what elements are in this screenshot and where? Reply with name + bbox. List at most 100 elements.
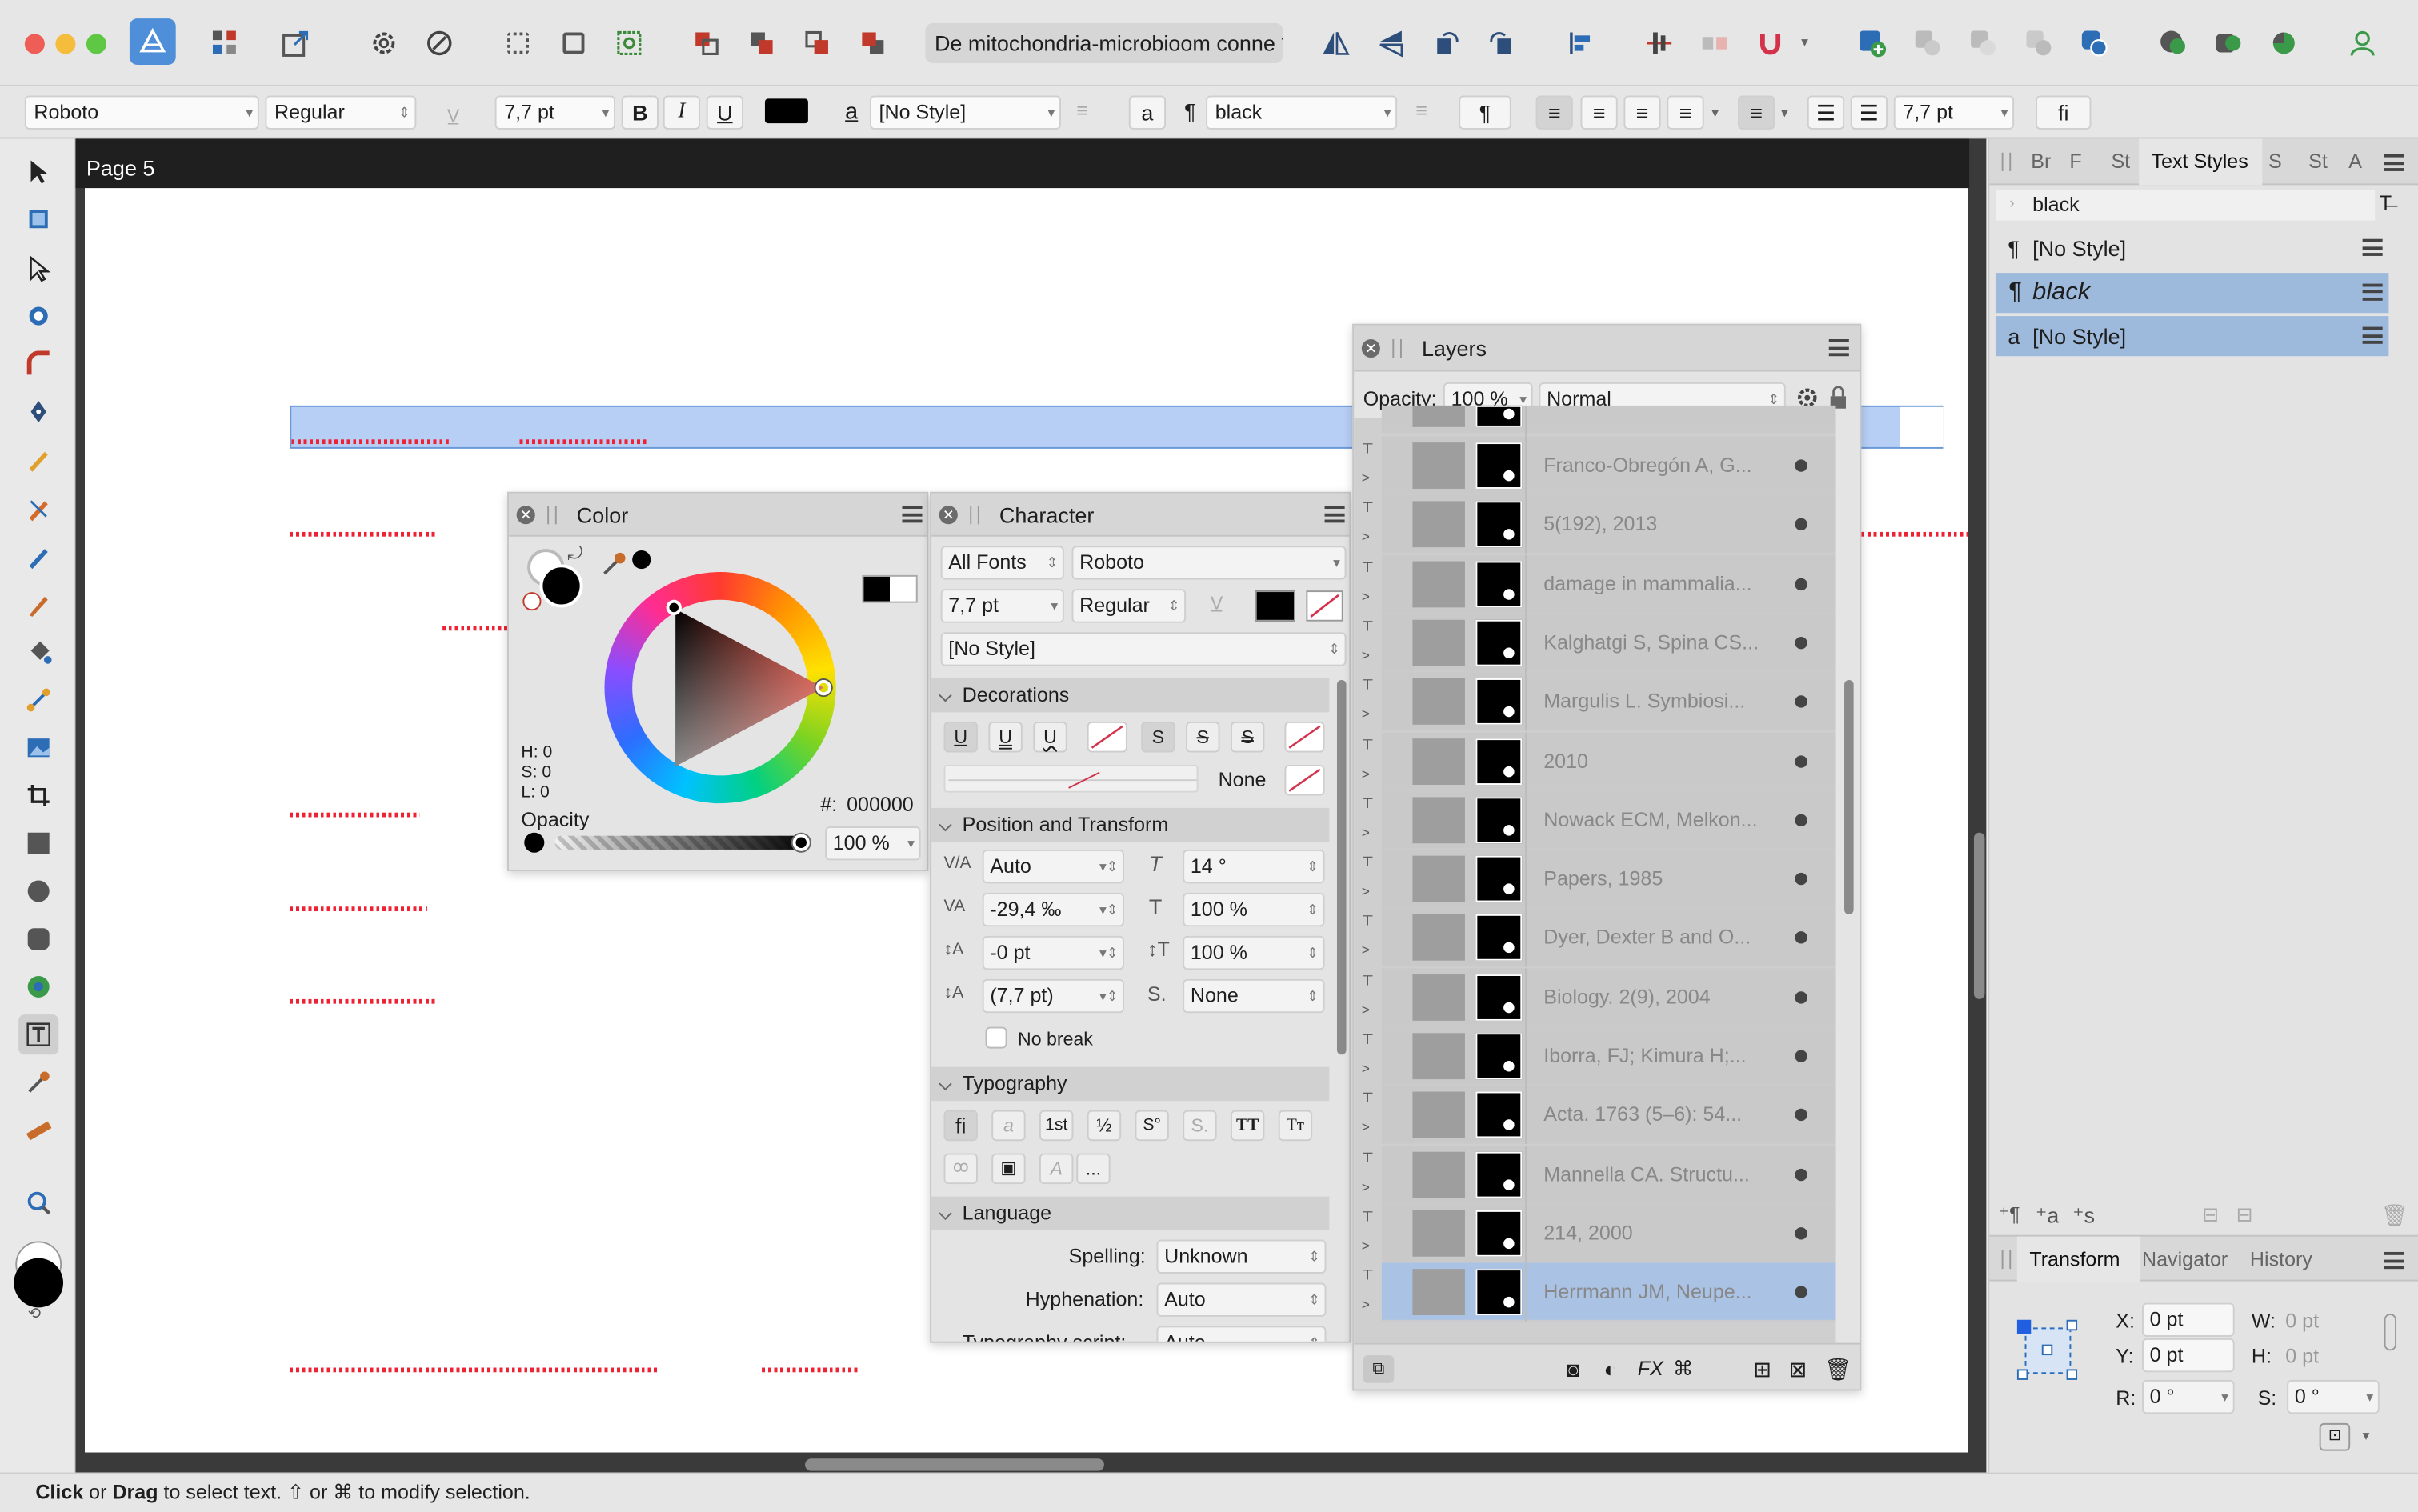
font-size-field[interactable]: 7,7 pt ▾ (494, 95, 615, 130)
layer-expand-toggle[interactable]: ⊤ > (1354, 495, 1382, 554)
typography-script-field[interactable]: Auto⇕ (1156, 1326, 1327, 1342)
strikethrough-button[interactable]: S (1186, 721, 1220, 753)
ligature-button[interactable]: ﬁ (2036, 95, 2092, 130)
font-style-field[interactable]: Regular ⇕ (265, 95, 417, 130)
speech-bubble-icon[interactable] (2152, 22, 2195, 65)
layer-row[interactable]: Iborra, FJ; Kimura H;... (1381, 1026, 1836, 1086)
subscript-button[interactable]: S. (1183, 1110, 1217, 1142)
expand-chevron-icon[interactable]: > (1362, 1238, 1370, 1253)
close-panel-icon[interactable]: ✕ (1361, 339, 1380, 358)
hyphenation-field[interactable]: Auto ⇕ (1156, 1282, 1327, 1317)
expand-chevron-icon[interactable]: > (1362, 706, 1370, 722)
superscript-button[interactable]: S° (1135, 1110, 1169, 1142)
tab-navigator[interactable]: Navigator (2142, 1247, 2228, 1270)
baseline-grid-icon[interactable] (1638, 22, 1681, 65)
layer-expand-toggle[interactable]: ⊤ > (1354, 1145, 1382, 1203)
layer-expand-toggle[interactable]: ⊤ > (1354, 673, 1382, 731)
numbered-list-icon[interactable]: ☰ (1850, 95, 1888, 130)
expand-chevron-icon[interactable]: > (1362, 1297, 1370, 1312)
contextual-icon[interactable]: A (1039, 1153, 1074, 1185)
tab-swatches[interactable]: S (2268, 150, 2282, 173)
expand-chevron-icon[interactable]: > (1362, 470, 1370, 486)
align-center-icon[interactable]: ≡ (1580, 95, 1618, 130)
italic-button[interactable]: I (663, 95, 700, 130)
layer-row[interactable]: Acta. 1763 (5–6): 54... (1381, 1086, 1836, 1145)
font-collection-field[interactable]: All Fonts ⇕ (940, 546, 1064, 580)
pencil-tool-icon[interactable] (18, 439, 58, 479)
character-style-field[interactable]: [No Style] ▾ (869, 95, 1061, 130)
layer-row[interactable]: Kalghatgi S, Spina CS... (1381, 613, 1836, 673)
apply-para-style-icon[interactable]: ≡ (1415, 98, 1427, 122)
lock-aspect-icon[interactable] (2384, 1314, 2397, 1351)
eyedropper-tool-icon[interactable] (18, 1062, 58, 1102)
paragraph-style-field[interactable]: black ▾ (1206, 95, 1398, 130)
select-object-icon[interactable] (607, 22, 651, 65)
text-tool-icon[interactable] (18, 1014, 59, 1055)
share-icon[interactable] (274, 22, 318, 65)
tab-brushes[interactable]: Br (2031, 150, 2051, 173)
node-tool-icon[interactable] (18, 248, 58, 288)
font-size-field[interactable]: 7,7 pt ▾ (940, 589, 1064, 623)
layer-expand-toggle[interactable]: ⊤ > (1354, 909, 1382, 967)
fill-icon[interactable] (2207, 22, 2250, 65)
publisher-persona-icon[interactable] (129, 18, 176, 65)
layer-expand-toggle[interactable]: ⊤ > (1354, 850, 1382, 908)
panel-menu-icon[interactable] (1828, 339, 1849, 357)
add-layer-icon[interactable]: ⊞ (1753, 1357, 1771, 1383)
y-field[interactable]: 0 pt (2142, 1338, 2235, 1373)
layer-visibility-icon[interactable] (1795, 695, 1807, 708)
expand-chevron-icon[interactable]: > (1362, 942, 1370, 958)
panel-grip-icon[interactable] (2001, 152, 2012, 171)
vertical-scale-field[interactable]: 100 % ⇕ (1183, 892, 1325, 927)
horizontal-scrollbar[interactable] (805, 1458, 1104, 1471)
layer-expand-toggle[interactable]: ⊤ > (1354, 732, 1382, 790)
apply-style-children-icon[interactable]: ⊟ (2236, 1202, 2253, 1227)
fill-well[interactable] (539, 564, 583, 608)
fill-tool-icon[interactable] (18, 632, 58, 672)
layer-visibility-icon[interactable] (1795, 459, 1807, 472)
alternates-icon[interactable]: ꝏ (943, 1153, 978, 1185)
layer-visibility-icon[interactable] (1795, 814, 1807, 826)
vector-crop-icon[interactable] (18, 296, 58, 336)
bold-button[interactable]: B (621, 95, 659, 130)
settings-gear-icon[interactable] (362, 22, 406, 65)
layer-expand-toggle[interactable]: ⊤ > (1354, 614, 1382, 672)
panel-menu-icon[interactable] (2384, 1251, 2404, 1270)
fill-brush-icon[interactable] (18, 537, 58, 577)
position-field[interactable]: None ⇕ (1183, 978, 1325, 1014)
expand-chevron-icon[interactable]: > (1362, 1002, 1370, 1017)
crop-tool-icon[interactable] (18, 775, 58, 815)
tracking-field[interactable]: -29,4 ‰ ▾⇕ (982, 892, 1125, 927)
clear-formatting-icon[interactable]: T̶ (2380, 191, 2392, 214)
layer-options-icon[interactable]: ⧉ (1363, 1355, 1395, 1383)
vertical-align-icon[interactable]: ≡ (1738, 95, 1775, 130)
leading-field[interactable]: (7,7 pt) ▾⇕ (982, 978, 1125, 1014)
snapping-dropdown-icon[interactable]: ▾ (1801, 34, 1808, 50)
expand-chevron-icon[interactable]: > (1362, 1120, 1370, 1135)
rectangle-tool-icon[interactable] (18, 823, 58, 863)
paragraph-button[interactable]: ¶ (1459, 95, 1511, 130)
horizontal-scale-field[interactable]: 100 % ⇕ (1183, 935, 1325, 970)
close-panel-icon[interactable]: ✕ (939, 506, 958, 525)
layer-row[interactable]: Nowack ECM, Melkon... (1381, 790, 1836, 850)
swap-colors-icon[interactable]: ⟲ (28, 1306, 41, 1322)
ligatures-button[interactable]: ﬁ (943, 1110, 978, 1142)
rotation-field[interactable]: 0 ° ▾ (2142, 1379, 2235, 1414)
space-field[interactable]: 7,7 pt ▾ (1893, 95, 2015, 130)
hex-value[interactable]: 000000 (847, 793, 914, 816)
layer-visibility-icon[interactable] (1795, 518, 1807, 531)
strike-color-none-icon[interactable] (1284, 721, 1325, 753)
expand-chevron-icon[interactable]: > (1362, 530, 1370, 545)
layer-row[interactable]: 5(192), 2013 (1381, 495, 1836, 554)
zoom-window-button[interactable] (86, 34, 106, 54)
layer-visibility-icon[interactable] (1795, 931, 1807, 945)
style-menu-icon[interactable] (2362, 282, 2383, 300)
select-frame-icon[interactable] (552, 22, 595, 65)
measure-tool-icon[interactable] (18, 1110, 58, 1150)
layer-visibility-icon[interactable] (1795, 1050, 1807, 1062)
text-fill-swatch[interactable] (1255, 590, 1295, 622)
bullet-list-icon[interactable]: ☰ (1807, 95, 1845, 130)
swap-icon[interactable]: ⤾ (567, 542, 582, 566)
boolean-intersect-icon[interactable] (2017, 22, 2060, 65)
strikethrough-double-button[interactable]: S (1230, 721, 1265, 753)
